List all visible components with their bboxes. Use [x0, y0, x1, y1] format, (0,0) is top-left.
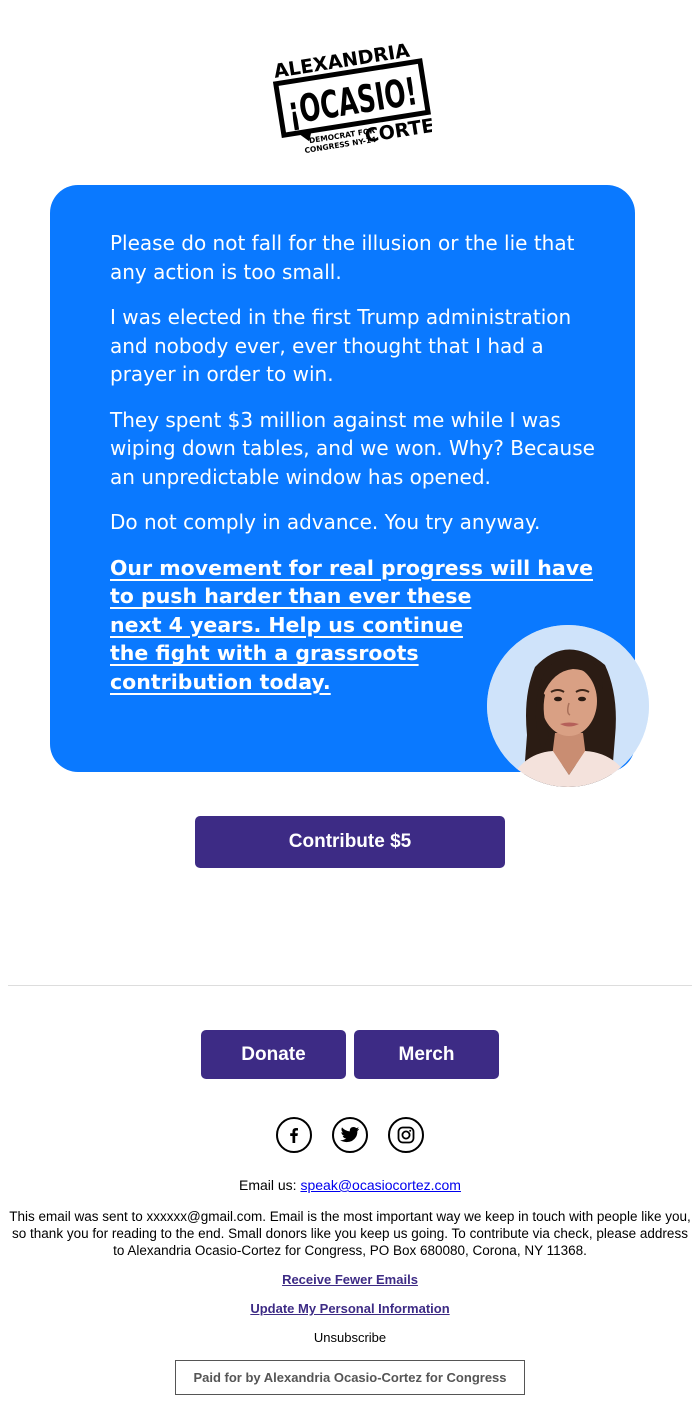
message-paragraph: Do not comply in advance. You try anyway… [110, 510, 541, 534]
cta-line: to push harder than ever these [110, 584, 472, 608]
cta-line: Our movement for real progress will have [110, 555, 593, 580]
cta-line: next 4 years. Help us continue [110, 612, 463, 637]
update-info-row: Update My Personal Information [0, 1301, 700, 1316]
message-paragraph: Please do not fall for the illusion or t… [110, 231, 575, 284]
fewer-emails-row: Receive Fewer Emails [0, 1272, 700, 1287]
receive-fewer-emails-link[interactable]: Receive Fewer Emails [282, 1272, 418, 1287]
unsubscribe-link[interactable]: Unsubscribe [0, 1330, 700, 1345]
message-paragraph: I was elected in the first Trump adminis… [110, 305, 572, 386]
email-disclaimer: This email was sent to xxxxxx@gmail.com.… [9, 1209, 691, 1258]
twitter-icon[interactable] [332, 1117, 368, 1153]
facebook-icon[interactable] [276, 1117, 312, 1153]
message-body: Please do not fall for the illusion or t… [110, 229, 600, 696]
email-us-line: Email us: speak@ocasiocortez.com [0, 1177, 700, 1193]
contribute-button[interactable]: Contribute $5 [195, 816, 505, 868]
campaign-logo: ALEXANDRIA ¡OCASIO! DEMOCRAT FOR CONGRES… [272, 30, 432, 155]
email-us-label: Email us: [239, 1177, 301, 1193]
candidate-portrait [487, 625, 649, 787]
update-personal-info-link[interactable]: Update My Personal Information [250, 1301, 449, 1316]
paid-for-disclaimer: Paid for by Alexandria Ocasio-Cortez for… [175, 1360, 525, 1395]
instagram-icon[interactable] [388, 1117, 424, 1153]
message-paragraph: They spent $3 million against me while I… [110, 407, 595, 489]
donate-button[interactable]: Donate [201, 1030, 346, 1079]
merch-button[interactable]: Merch [354, 1030, 499, 1079]
divider [8, 985, 692, 986]
email-address-link[interactable]: speak@ocasiocortez.com [300, 1177, 461, 1193]
